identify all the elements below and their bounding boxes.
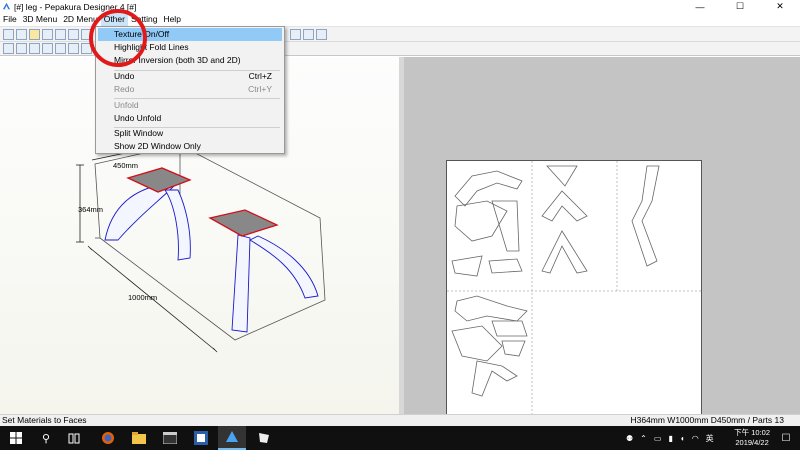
fit-icon[interactable] [303, 29, 314, 40]
menu-3d[interactable]: 3D Menu [20, 13, 61, 26]
menu-item-label: Undo Unfold [114, 113, 162, 123]
people-icon[interactable]: ⚉ [626, 434, 633, 443]
menu-item-label: Unfold [114, 100, 139, 110]
status-text: Set Materials to Faces [2, 415, 87, 425]
move-icon[interactable] [16, 43, 27, 54]
close-button[interactable]: ✕ [760, 0, 800, 13]
menu-item-undo[interactable]: Undo Ctrl+Z [98, 70, 282, 83]
layout-icon[interactable] [290, 29, 301, 40]
terminal-icon[interactable] [156, 426, 184, 450]
pen-icon[interactable] [42, 43, 53, 54]
firefox-icon[interactable] [94, 426, 122, 450]
network-icon[interactable]: ▭ [654, 434, 662, 443]
grid-icon[interactable] [316, 29, 327, 40]
clock-date: 2019/4/22 [735, 438, 769, 447]
menu-item-shortcut: Ctrl+Z [248, 71, 272, 81]
search-icon[interactable]: ⚲ [32, 426, 60, 450]
pepakura-app-icon [2, 2, 11, 10]
status-bar: Set Materials to Faces H364mm W1000mm D4… [0, 414, 800, 426]
menu-item-label: Show 2D Window Only [114, 141, 201, 151]
chevron-up-icon[interactable]: ⌃ [640, 434, 647, 443]
2d-view-panel[interactable] [404, 57, 800, 415]
model-dimensions-status: H364mm W1000mm D450mm / Parts 13 [630, 415, 784, 425]
battery-icon[interactable]: ▮ [668, 434, 672, 443]
clock-time: 下午 10:02 [734, 428, 770, 437]
menu-item-label: Undo [114, 71, 135, 81]
pepakura-taskbar-icon[interactable] [218, 426, 246, 450]
red-annotation-circle [89, 9, 147, 67]
check-icon[interactable] [55, 43, 66, 54]
zoom-out-icon[interactable] [68, 29, 79, 40]
light-icon[interactable] [29, 29, 40, 40]
file-explorer-icon[interactable] [125, 426, 153, 450]
text-icon[interactable] [68, 43, 79, 54]
minimize-button[interactable]: — [680, 0, 720, 13]
wifi-icon[interactable]: ◠ [692, 434, 699, 443]
menu-item-shortcut: Ctrl+Y [248, 84, 272, 94]
windows-start-icon[interactable] [2, 426, 30, 450]
volume-icon[interactable]: ◖ [680, 434, 685, 443]
dim-length-label: 1000mm [128, 293, 157, 302]
save-icon[interactable] [16, 29, 27, 40]
menu-item-label: Split Window [114, 128, 164, 138]
menu-item-undo-unfold[interactable]: Undo Unfold [98, 112, 282, 125]
menu-item-label: Redo [114, 84, 135, 94]
dim-height-label: 364mm [78, 205, 103, 214]
maximize-button[interactable]: ☐ [720, 0, 760, 13]
menu-help[interactable]: Help [160, 13, 183, 26]
menu-item-show-2d-only[interactable]: Show 2D Window Only [98, 140, 282, 153]
remote-app-icon[interactable] [187, 426, 215, 450]
system-clock[interactable]: 下午 10:02 2019/4/22 [734, 428, 770, 448]
ime-indicator[interactable]: 英 [706, 433, 714, 444]
rotate-icon[interactable] [42, 29, 53, 40]
select-icon[interactable] [3, 43, 14, 54]
task-view-icon[interactable] [60, 426, 88, 450]
menu-item-unfold: Unfold [98, 99, 282, 112]
windows-taskbar: ⚲ ⚉ ⌃ ▭ ▮ ◖ ◠ 英 下午 10:02 2019/4/22 ☐ [0, 426, 800, 450]
join-icon[interactable] [29, 43, 40, 54]
zoom-in-icon[interactable] [55, 29, 66, 40]
unfolded-parts [447, 161, 703, 415]
notification-icon[interactable]: ☐ [772, 426, 800, 450]
paper-app-icon[interactable] [250, 426, 278, 450]
paper-sheet [446, 160, 703, 415]
open-icon[interactable] [3, 29, 14, 40]
menu-item-split-window[interactable]: Split Window [98, 127, 282, 140]
menu-file[interactable]: File [0, 13, 20, 26]
menu-item-redo: Redo Ctrl+Y [98, 83, 282, 96]
dim-width-label: 450mm [113, 161, 138, 170]
